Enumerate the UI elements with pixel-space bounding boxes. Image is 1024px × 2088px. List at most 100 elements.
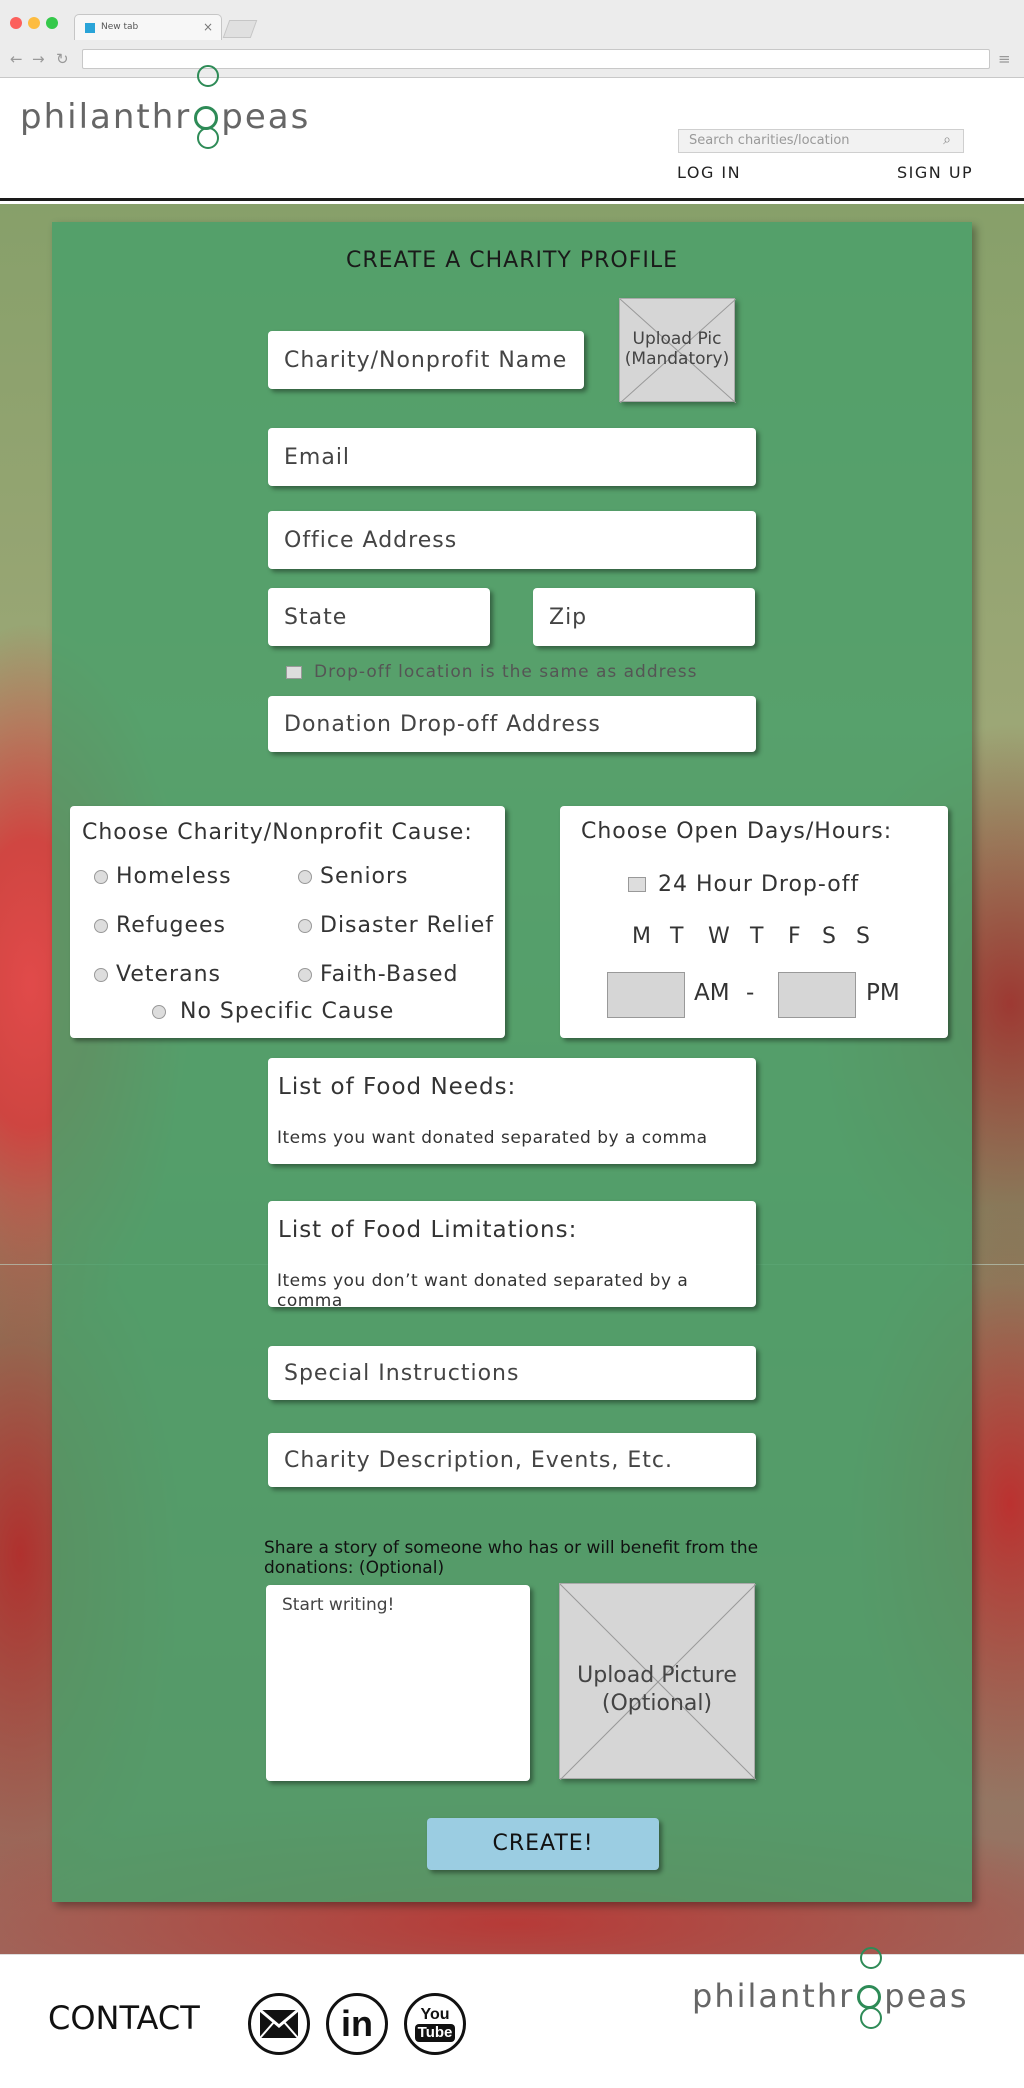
logo-pea-icon [191, 65, 221, 149]
email-input[interactable]: Email [268, 428, 756, 486]
dropoff-same-checkbox[interactable] [286, 665, 302, 679]
charity-description-input[interactable]: Charity Description, Events, Etc. [268, 1433, 756, 1487]
back-arrow-icon[interactable]: ← [10, 50, 23, 68]
close-window-icon[interactable] [10, 17, 22, 29]
maximize-window-icon[interactable] [46, 17, 58, 29]
zip-input[interactable]: Zip [533, 588, 755, 646]
story-textarea[interactable]: Start writing! [266, 1585, 530, 1781]
dropoff-same-label: Drop-off location is the same as address [314, 662, 698, 682]
search-placeholder: Search charities/location [689, 133, 850, 148]
food-needs-input[interactable]: List of Food Needs: Items you want donat… [268, 1058, 756, 1164]
browser-navbar: ← → ↻ ≡ [0, 44, 1024, 78]
charity-description-placeholder: Charity Description, Events, Etc. [284, 1447, 673, 1473]
cause-option-refugees[interactable]: Refugees [94, 913, 226, 938]
logo-text-left: philanthr [20, 97, 192, 137]
site-header: philanthr peas Search charities/location… [0, 65, 1024, 201]
state-input[interactable]: State [268, 588, 490, 646]
office-address-input[interactable]: Office Address [268, 511, 756, 569]
day-saturday[interactable]: S [822, 924, 836, 949]
contact-label[interactable]: CONTACT [48, 1999, 200, 2037]
day-thursday[interactable]: T [750, 924, 763, 949]
upload-picture-button[interactable]: Upload Picture (Optional) [559, 1583, 756, 1780]
dropoff-address-placeholder: Donation Drop-off Address [284, 711, 601, 737]
day-monday[interactable]: M [632, 924, 651, 949]
radio-icon[interactable] [94, 869, 108, 884]
day-friday[interactable]: F [788, 924, 801, 949]
food-limitations-title: List of Food Limitations: [278, 1217, 578, 1243]
youtube-icon[interactable]: You Tube [404, 1993, 466, 2055]
cause-option-homeless[interactable]: Homeless [94, 864, 232, 889]
upload-pic-label-2: (Mandatory) [624, 349, 730, 369]
mail-icon[interactable] [248, 1993, 310, 2055]
food-limitations-input[interactable]: List of Food Limitations: Items you don’… [268, 1201, 756, 1311]
cause-label: Faith-Based [320, 962, 459, 987]
footer-logo-text-right: peas [884, 1977, 969, 2015]
upload-pic-label-1: Upload Pic [632, 329, 722, 349]
cause-label: No Specific Cause [180, 999, 395, 1024]
dropoff-address-input[interactable]: Donation Drop-off Address [268, 696, 756, 752]
linkedin-text: in [341, 2003, 373, 2044]
reload-icon[interactable]: ↻ [56, 50, 69, 68]
cause-card: Choose Charity/Nonprofit Cause: Homeless… [70, 806, 505, 1038]
cause-option-seniors[interactable]: Seniors [298, 864, 409, 889]
tab-favicon-icon [85, 23, 95, 33]
food-needs-title: List of Food Needs: [278, 1074, 517, 1100]
search-input[interactable]: Search charities/location ⌕ [678, 129, 964, 153]
footer-logo-pea-icon [854, 1947, 884, 2029]
address-bar[interactable] [82, 49, 990, 69]
food-needs-hint: Items you want donated separated by a co… [277, 1128, 708, 1148]
cause-label: Homeless [116, 864, 232, 889]
cause-label: Disaster Relief [320, 913, 494, 938]
radio-icon[interactable] [94, 918, 108, 933]
cause-label: Refugees [116, 913, 227, 938]
form-title: CREATE A CHARITY PROFILE [345, 248, 679, 273]
youtube-text-top: You [420, 2006, 450, 2023]
minimize-window-icon[interactable] [28, 17, 40, 29]
dropoff-same-checkbox-row[interactable]: Drop-off location is the same as address [286, 662, 697, 682]
forward-arrow-icon[interactable]: → [32, 50, 45, 68]
email-placeholder: Email [284, 444, 351, 470]
browser-tab[interactable]: New tab × [74, 14, 222, 40]
radio-icon[interactable] [298, 869, 312, 884]
menu-icon[interactable]: ≡ [998, 50, 1011, 68]
charity-name-input[interactable]: Charity/Nonprofit Name [268, 331, 584, 389]
new-tab-button[interactable] [222, 20, 258, 38]
create-profile-panel: CREATE A CHARITY PROFILE Charity/Nonprof… [52, 222, 972, 1902]
radio-icon[interactable] [152, 1004, 166, 1019]
upload-pic-button[interactable]: Upload Pic (Mandatory) [619, 298, 736, 403]
radio-icon[interactable] [298, 967, 312, 982]
create-button[interactable]: CREATE! [427, 1818, 659, 1870]
allday-label: 24 Hour Drop-off [658, 872, 860, 897]
upload-picture-label-1: Upload Picture [577, 1663, 737, 1688]
linkedin-icon[interactable]: in [326, 1993, 388, 2055]
radio-icon[interactable] [94, 967, 108, 982]
special-instructions-placeholder: Special Instructions [284, 1360, 520, 1386]
logo-text-right: peas [221, 97, 311, 137]
day-wednesday[interactable]: W [708, 924, 730, 949]
hours-card: Choose Open Days/Hours: 24 Hour Drop-off… [560, 806, 948, 1038]
cause-option-veterans[interactable]: Veterans [94, 962, 221, 987]
special-instructions-input[interactable]: Special Instructions [268, 1346, 756, 1400]
close-time-input[interactable] [778, 972, 856, 1018]
site-logo[interactable]: philanthr peas [20, 65, 311, 149]
open-time-input[interactable] [607, 972, 685, 1018]
allday-checkbox-row[interactable]: 24 Hour Drop-off [628, 872, 859, 897]
cause-option-disaster-relief[interactable]: Disaster Relief [298, 913, 494, 938]
cause-label: Veterans [116, 962, 221, 987]
search-icon[interactable]: ⌕ [943, 132, 951, 148]
cause-option-faith-based[interactable]: Faith-Based [298, 962, 459, 987]
footer-logo[interactable]: philanthr peas [692, 1947, 969, 2029]
allday-checkbox[interactable] [628, 877, 646, 892]
cause-label: Seniors [320, 864, 409, 889]
upload-picture-label-2: (Optional) [601, 1691, 713, 1716]
zip-placeholder: Zip [549, 604, 588, 630]
cause-option-no-specific[interactable]: No Specific Cause [152, 999, 394, 1024]
tab-close-icon[interactable]: × [203, 20, 213, 34]
login-link[interactable]: LOG IN [677, 163, 741, 182]
signup-link[interactable]: SIGN UP [897, 163, 973, 182]
food-limitations-hint: Items you don’t want donated separated b… [277, 1271, 689, 1311]
day-sunday[interactable]: S [856, 924, 870, 949]
day-tuesday[interactable]: T [670, 924, 683, 949]
pm-label: PM [866, 980, 900, 1006]
radio-icon[interactable] [298, 918, 312, 933]
